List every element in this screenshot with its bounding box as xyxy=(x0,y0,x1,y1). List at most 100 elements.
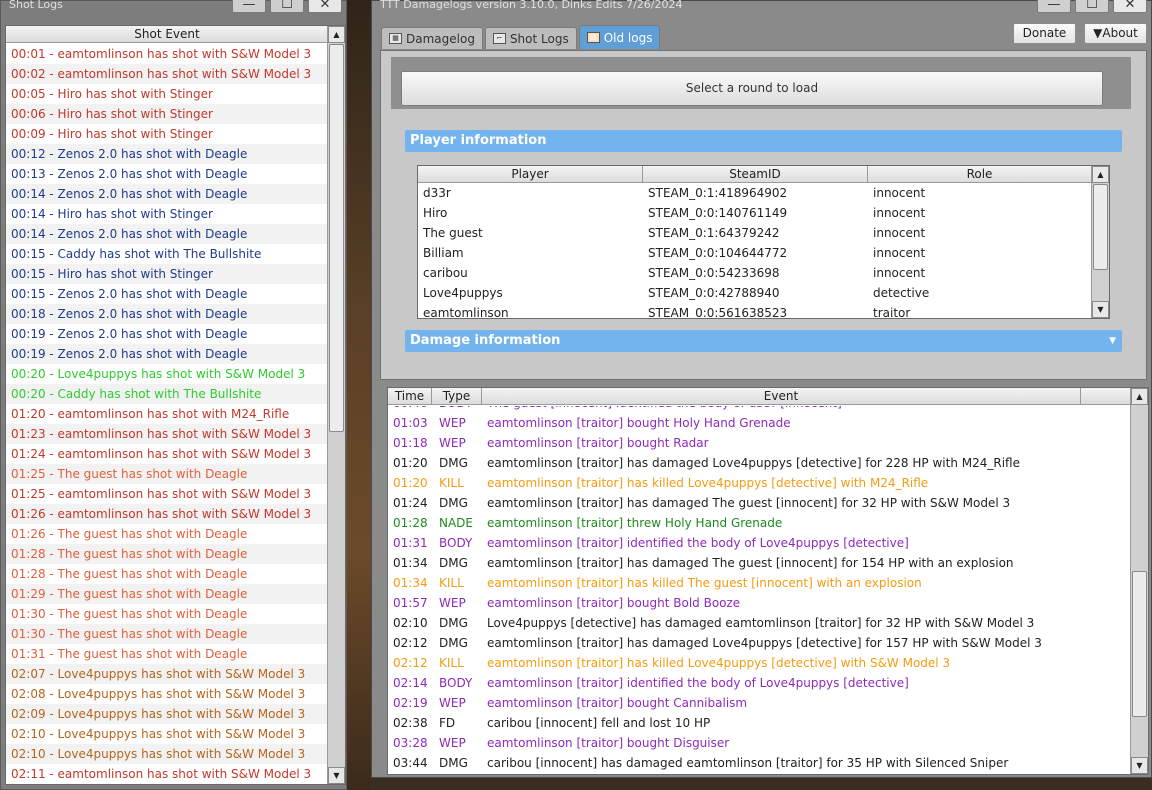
column-header-player[interactable]: Player xyxy=(418,166,643,182)
scroll-thumb[interactable] xyxy=(329,44,344,432)
list-item[interactable]: 00:18 - Zenos 2.0 has shot with Deagle xyxy=(6,304,328,324)
list-item[interactable]: 00:19 - Zenos 2.0 has shot with Deagle xyxy=(6,324,328,344)
damage-information-header[interactable]: Damage information ▼ xyxy=(405,330,1122,352)
table-row[interactable]: 01:57 WEP eamtomlinson [traitor] bought Bo… xyxy=(388,593,1132,613)
column-header-role[interactable]: Role xyxy=(868,166,1092,182)
list-item[interactable]: 00:14 - Zenos 2.0 has shot with Deagle xyxy=(6,184,328,204)
minimize-button[interactable]: — xyxy=(232,0,266,13)
list-item[interactable]: 01:20 - eamtomlinson has shot with M24_R… xyxy=(6,404,328,424)
list-item[interactable]: 01:28 - The guest has shot with Deagle xyxy=(6,564,328,584)
table-row[interactable]: 01:18 WEP eamtomlinson [traitor] bought Ra… xyxy=(388,433,1132,453)
list-item[interactable]: 01:29 - The guest has shot with Deagle xyxy=(6,584,328,604)
list-item[interactable]: 00:19 - Zenos 2.0 has shot with Deagle xyxy=(6,344,328,364)
tab-damagelog[interactable]: ▦ Damagelog xyxy=(381,27,483,49)
list-item[interactable]: 01:23 - eamtomlinson has shot with S&W M… xyxy=(6,424,328,444)
list-item[interactable]: 01:25 - The guest has shot with Deagle xyxy=(6,464,328,484)
table-row[interactable]: 01:20 DMG eamtomlinson [traitor] has damag… xyxy=(388,453,1132,473)
event-table-scrollbar[interactable]: ▲ ▼ xyxy=(1130,388,1148,774)
scroll-down-icon[interactable]: ▼ xyxy=(1092,301,1109,318)
list-item[interactable]: 02:10 - Love4puppys has shot with S&W Mo… xyxy=(6,724,328,744)
maximize-button[interactable]: ☐ xyxy=(270,0,304,13)
maximize-button[interactable]: ☐ xyxy=(1075,0,1109,13)
table-row[interactable]: Billiam STEAM_0:0:104644772 innocent xyxy=(418,243,1092,263)
list-item[interactable]: 00:02 - eamtomlinson has shot with S&W M… xyxy=(6,64,328,84)
list-item[interactable]: 01:30 - The guest has shot with Deagle xyxy=(6,624,328,644)
table-row[interactable]: 01:31 BODY eamtomlinson [traitor] identifi… xyxy=(388,533,1132,553)
table-row[interactable]: 02:10 DMG Love4puppys [detective] has dama… xyxy=(388,613,1132,633)
list-item[interactable]: 01:26 - eamtomlinson has shot with S&W M… xyxy=(6,504,328,524)
list-item[interactable]: 00:14 - Zenos 2.0 has shot with Deagle xyxy=(6,224,328,244)
close-button[interactable]: ✕ xyxy=(1113,0,1147,13)
column-header-steamid[interactable]: SteamID xyxy=(643,166,868,182)
shot-event-list[interactable]: Shot Event 00:01 - eamtomlinson has shot… xyxy=(5,25,346,785)
list-item[interactable]: 02:11 - eamtomlinson has shot with S&W M… xyxy=(6,764,328,784)
list-item[interactable]: 01:25 - eamtomlinson has shot with S&W M… xyxy=(6,484,328,504)
scroll-up-icon[interactable]: ▲ xyxy=(1131,388,1148,405)
list-item[interactable]: 00:14 - Hiro has shot with Stinger xyxy=(6,204,328,224)
table-row[interactable]: 02:19 WEP eamtomlinson [traitor] bought Ca… xyxy=(388,693,1132,713)
list-item[interactable]: 02:09 - Love4puppys has shot with S&W Mo… xyxy=(6,704,328,724)
list-item[interactable]: 00:12 - Zenos 2.0 has shot with Deagle xyxy=(6,144,328,164)
table-row[interactable]: 02:38 FD caribou [innocent] fell and lost … xyxy=(388,713,1132,733)
column-header-shot-event[interactable]: Shot Event xyxy=(6,26,328,43)
shot-logs-titlebar[interactable]: Shot Logs — ☐ ✕ xyxy=(1,0,346,15)
table-row[interactable]: The guest STEAM_0:1:64379242 innocent xyxy=(418,223,1092,243)
table-row[interactable]: 02:12 KILL eamtomlinson [traitor] has kill… xyxy=(388,653,1132,673)
table-row[interactable]: 00:46BODYThe guest [innocent] identified… xyxy=(388,406,1132,413)
table-row[interactable]: 03:28 WEP eamtomlinson [traitor] bought Di… xyxy=(388,733,1132,753)
table-row[interactable]: Love4puppys STEAM_0:0:42788940 detective xyxy=(418,283,1092,303)
table-row[interactable]: 02:14 BODY eamtomlinson [traitor] identifi… xyxy=(388,673,1132,693)
table-row[interactable]: 03:44 DMG caribou [innocent] has damaged e… xyxy=(388,753,1132,773)
column-header-type[interactable]: Type xyxy=(432,388,482,404)
table-row[interactable]: 01:20 KILL eamtomlinson [traitor] has kill… xyxy=(388,473,1132,493)
scroll-down-icon[interactable]: ▼ xyxy=(1131,757,1148,774)
table-row[interactable]: 01:03 WEP eamtomlinson [traitor] bought Ho… xyxy=(388,413,1132,433)
table-row[interactable]: d33r STEAM_0:1:418964902 innocent xyxy=(418,183,1092,203)
list-item[interactable]: 01:24 - eamtomlinson has shot with S&W M… xyxy=(6,444,328,464)
player-table-scrollbar[interactable]: ▲ ▼ xyxy=(1091,166,1109,318)
scroll-down-icon[interactable]: ▼ xyxy=(328,767,345,784)
donate-button[interactable]: Donate xyxy=(1013,23,1076,44)
scroll-up-icon[interactable]: ▲ xyxy=(1092,166,1109,183)
column-header-time[interactable]: Time xyxy=(388,388,432,404)
tab-shot-logs[interactable]: ⌐ Shot Logs xyxy=(484,27,577,49)
list-item[interactable]: 00:01 - eamtomlinson has shot with S&W M… xyxy=(6,44,328,64)
list-item[interactable]: 00:20 - Love4puppys has shot with S&W Mo… xyxy=(6,364,328,384)
list-item[interactable]: 02:07 - Love4puppys has shot with S&W Mo… xyxy=(6,664,328,684)
list-item[interactable]: 01:28 - The guest has shot with Deagle xyxy=(6,544,328,564)
list-item[interactable]: 00:06 - Hiro has shot with Stinger xyxy=(6,104,328,124)
list-item[interactable]: 00:15 - Zenos 2.0 has shot with Deagle xyxy=(6,284,328,304)
about-button[interactable]: ▼About xyxy=(1084,23,1147,44)
minimize-button[interactable]: — xyxy=(1037,0,1071,13)
scroll-up-icon[interactable]: ▲ xyxy=(328,26,345,43)
list-item[interactable]: 00:05 - Hiro has shot with Stinger xyxy=(6,84,328,104)
close-button[interactable]: ✕ xyxy=(308,0,342,13)
list-item[interactable]: 00:09 - Hiro has shot with Stinger xyxy=(6,124,328,144)
event-table[interactable]: Time Type Event 00:46BODYThe guest [inno… xyxy=(387,387,1149,775)
table-row[interactable]: 01:28 NADE eamtomlinson [traitor] threw Ho… xyxy=(388,513,1132,533)
table-row[interactable]: 01:34 KILL eamtomlinson [traitor] has kill… xyxy=(388,573,1132,593)
damagelogs-titlebar[interactable]: TTT Damagelogs version 3.10.0, Dinks Edi… xyxy=(372,0,1151,15)
player-information-header[interactable]: Player information xyxy=(405,130,1122,152)
list-item[interactable]: 01:30 - The guest has shot with Deagle xyxy=(6,604,328,624)
table-row[interactable]: 01:24 DMG eamtomlinson [traitor] has damag… xyxy=(388,493,1132,513)
list-item[interactable]: 01:31 - The guest has shot with Deagle xyxy=(6,644,328,664)
shot-list-scrollbar[interactable]: ▲ ▼ xyxy=(327,26,345,784)
table-row[interactable]: eamtomlinson STEAM_0:0:561638523 traitor xyxy=(418,303,1092,317)
list-item[interactable]: 02:10 - Love4puppys has shot with S&W Mo… xyxy=(6,744,328,764)
column-header-event[interactable]: Event xyxy=(482,388,1081,404)
list-item[interactable]: 00:13 - Zenos 2.0 has shot with Deagle xyxy=(6,164,328,184)
table-row[interactable]: Hiro STEAM_0:0:140761149 innocent xyxy=(418,203,1092,223)
table-row[interactable]: 01:34 DMG eamtomlinson [traitor] has damag… xyxy=(388,553,1132,573)
select-round-button[interactable]: Select a round to load xyxy=(401,71,1103,106)
list-item[interactable]: 00:15 - Caddy has shot with The Bullshit… xyxy=(6,244,328,264)
list-item[interactable]: 00:20 - Caddy has shot with The Bullshit… xyxy=(6,384,328,404)
player-table[interactable]: Player SteamID Role d33r STEAM_0:1:418964… xyxy=(417,165,1110,319)
list-item[interactable]: 02:08 - Love4puppys has shot with S&W Mo… xyxy=(6,684,328,704)
scroll-thumb[interactable] xyxy=(1093,184,1108,270)
list-item[interactable]: 00:15 - Hiro has shot with Stinger xyxy=(6,264,328,284)
scroll-thumb[interactable] xyxy=(1132,571,1147,717)
table-row[interactable]: caribou STEAM_0:0:54233698 innocent xyxy=(418,263,1092,283)
tab-old-logs[interactable]: ▤ Old logs xyxy=(578,25,661,49)
table-row[interactable]: 02:12 DMG eamtomlinson [traitor] has damag… xyxy=(388,633,1132,653)
